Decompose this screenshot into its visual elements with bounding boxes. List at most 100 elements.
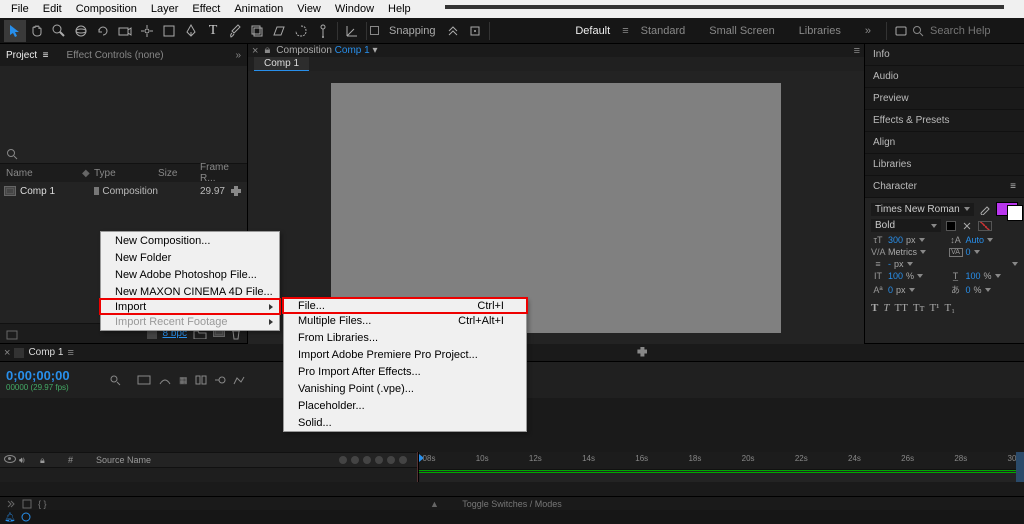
ctx-placeholder[interactable]: Placeholder... xyxy=(284,397,526,414)
workspace-more-icon[interactable]: » xyxy=(853,25,883,37)
menu-layer[interactable]: Layer xyxy=(144,2,186,16)
ctx-import[interactable]: Import xyxy=(99,298,281,315)
menu-edit[interactable]: Edit xyxy=(36,2,69,16)
source-name-col[interactable]: Source Name xyxy=(96,455,328,465)
swap-colors-icon[interactable] xyxy=(961,220,973,232)
ctx-from-libraries[interactable]: From Libraries... xyxy=(284,329,526,346)
help-search-input[interactable] xyxy=(930,25,1020,37)
ctx-import-multiple[interactable]: Multiple Files...Ctrl+Alt+I xyxy=(284,312,526,329)
comp-mini-icon[interactable] xyxy=(137,375,151,385)
orbit-tool-icon[interactable] xyxy=(70,20,92,42)
faux-bold-icon[interactable]: T xyxy=(871,302,878,314)
current-timecode[interactable]: 0;00;00;00 xyxy=(6,368,110,383)
menu-effect[interactable]: Effect xyxy=(185,2,227,16)
menu-animation[interactable]: Animation xyxy=(227,2,290,16)
snap-to-icon[interactable] xyxy=(464,20,486,42)
panel-preview[interactable]: Preview xyxy=(865,88,1024,110)
allcaps-icon[interactable]: TT xyxy=(894,302,907,314)
clone-tool-icon[interactable] xyxy=(246,20,268,42)
motionblur-icon[interactable] xyxy=(214,375,226,385)
menu-composition[interactable]: Composition xyxy=(69,2,144,16)
project-item[interactable]: Comp 1 Composition 29.97 xyxy=(0,182,247,200)
local-axis-icon[interactable] xyxy=(341,20,363,42)
puppet-tool-icon[interactable] xyxy=(312,20,334,42)
tracking-value[interactable]: 0 xyxy=(966,247,971,257)
sync-settings-icon[interactable] xyxy=(890,20,912,42)
ctx-import-file[interactable]: File...Ctrl+I xyxy=(282,297,528,314)
ctx-import-premiere[interactable]: Import Adobe Premiere Pro Project... xyxy=(284,346,526,363)
panel-menu-icon[interactable]: ≡ xyxy=(1010,181,1016,192)
draft3d-icon[interactable]: ▦ xyxy=(179,375,188,386)
close-timeline-tab[interactable]: × xyxy=(4,347,10,359)
faux-italic-icon[interactable]: T xyxy=(883,302,889,314)
panel-audio[interactable]: Audio xyxy=(865,66,1024,88)
time-ruler[interactable]: 08s10s12s14s16s18s20s22s24s26s28s30s xyxy=(419,452,1024,470)
anchor-tool-icon[interactable] xyxy=(136,20,158,42)
lock-col-icon[interactable]: 🔒︎ xyxy=(40,455,45,465)
subscript-icon[interactable]: T₁ xyxy=(944,302,955,314)
leading-value[interactable]: Auto xyxy=(966,235,985,245)
panel-menu-icon[interactable]: ≡ xyxy=(854,45,860,57)
timeline-tab[interactable]: Comp 1 xyxy=(28,347,63,358)
render-queue-icon[interactable] xyxy=(14,348,24,358)
work-area-end[interactable] xyxy=(1016,452,1024,482)
ctx-vanishing-point[interactable]: Vanishing Point (.vpe)... xyxy=(284,380,526,397)
graph-icon[interactable] xyxy=(233,375,245,385)
frameblend-icon[interactable] xyxy=(195,375,207,385)
ctx-new-composition[interactable]: New Composition... xyxy=(101,232,279,249)
work-area-bar[interactable] xyxy=(419,470,1016,471)
superscript-icon[interactable]: T¹ xyxy=(929,302,939,314)
ctx-solid[interactable]: Solid... xyxy=(284,414,526,431)
ctx-new-folder[interactable]: New Folder xyxy=(101,249,279,266)
camera-tool-icon[interactable] xyxy=(114,20,136,42)
snap-opts-icon[interactable] xyxy=(442,20,464,42)
stroke-color-swatch[interactable] xyxy=(946,221,956,231)
font-size-value[interactable]: 300 xyxy=(888,235,903,245)
zoom-slider[interactable] xyxy=(445,5,1004,9)
notification-icon[interactable]: 🔔︎ xyxy=(4,512,15,523)
ctx-new-psd[interactable]: New Adobe Photoshop File... xyxy=(101,266,279,283)
hscale-value[interactable]: 100 xyxy=(966,271,981,281)
project-search-icon[interactable] xyxy=(6,148,18,160)
stroke-value[interactable]: - xyxy=(888,259,891,269)
panel-more-icon[interactable]: » xyxy=(235,50,241,61)
workspace-standard[interactable]: Standard xyxy=(629,25,698,37)
rotobrush-tool-icon[interactable] xyxy=(290,20,312,42)
panel-info[interactable]: Info xyxy=(865,44,1024,66)
menu-help[interactable]: Help xyxy=(381,2,418,16)
zoom-out-icon[interactable]: ▲ xyxy=(430,499,439,509)
rect-tool-icon[interactable] xyxy=(158,20,180,42)
panel-character[interactable]: Character≡ xyxy=(865,176,1024,198)
nofill-icon[interactable] xyxy=(978,221,992,231)
interpret-icon[interactable] xyxy=(6,328,18,340)
snapping-checkbox[interactable] xyxy=(370,26,379,35)
zoom-tool-icon[interactable] xyxy=(48,20,70,42)
panel-effects[interactable]: Effects & Presets xyxy=(865,110,1024,132)
panel-align[interactable]: Align xyxy=(865,132,1024,154)
tab-effect-controls[interactable]: Effect Controls (none) xyxy=(67,50,164,61)
close-tab-icon[interactable]: × xyxy=(252,45,258,57)
pen-tool-icon[interactable] xyxy=(180,20,202,42)
project-column-header[interactable]: Name ◆ Type Size Frame R... xyxy=(0,164,247,182)
font-weight-dropdown[interactable]: Bold xyxy=(871,219,941,232)
tsume-value[interactable]: 0 xyxy=(966,285,971,295)
fill-color-swatch[interactable] xyxy=(996,202,1018,216)
panel-libraries[interactable]: Libraries xyxy=(865,154,1024,176)
visibility-col-icon[interactable] xyxy=(4,455,16,463)
comp-tab[interactable]: Comp 1 xyxy=(254,57,309,71)
rotate-tool-icon[interactable] xyxy=(92,20,114,42)
ctx-pro-import[interactable]: Pro Import After Effects... xyxy=(284,363,526,380)
menu-window[interactable]: Window xyxy=(328,2,381,16)
stroke-style-dropdown[interactable] xyxy=(1012,262,1018,266)
composition-canvas[interactable] xyxy=(331,83,781,333)
menu-file[interactable]: File xyxy=(4,2,36,16)
toggle-switches-button[interactable]: Toggle Switches / Modes xyxy=(362,499,662,509)
selection-tool-icon[interactable] xyxy=(4,20,26,42)
brush-tool-icon[interactable] xyxy=(224,20,246,42)
eyedropper-icon[interactable] xyxy=(979,203,991,215)
smallcaps-icon[interactable]: Tᴛ xyxy=(913,302,925,314)
eraser-tool-icon[interactable] xyxy=(268,20,290,42)
tab-project[interactable]: Project ≡ xyxy=(6,50,49,61)
menu-view[interactable]: View xyxy=(290,2,328,16)
audio-col-icon[interactable]: 🔊︎ xyxy=(19,455,25,466)
